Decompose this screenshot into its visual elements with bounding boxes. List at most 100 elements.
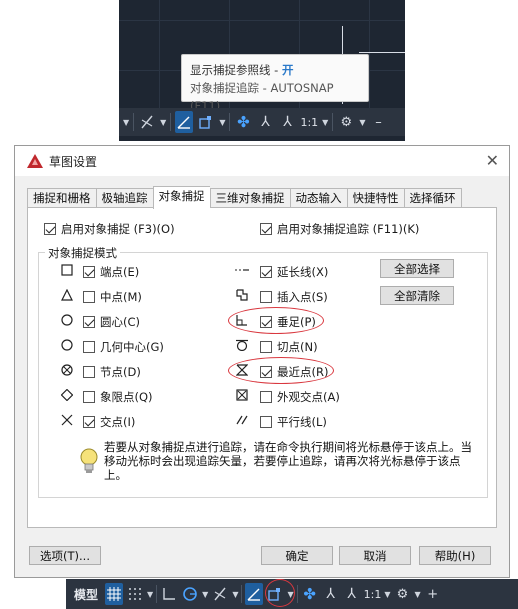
plus-icon[interactable]: + xyxy=(424,583,442,605)
object-snap-icon[interactable] xyxy=(197,111,215,133)
midpoint-checkbox[interactable] xyxy=(83,291,95,303)
lightbulb-icon-svg xyxy=(80,448,98,473)
isodraft-icon-svg xyxy=(214,587,226,601)
snap-tracking-svg xyxy=(177,116,191,129)
annotation-autoscale-icon[interactable]: ⅄ xyxy=(278,111,296,133)
mode-tangent[interactable]: 切点(N) xyxy=(260,339,318,355)
tab-quick-properties[interactable]: 快捷特性 xyxy=(346,188,404,208)
mode-node[interactable]: 节点(D) xyxy=(83,364,141,380)
mode-center[interactable]: 圆心(C) xyxy=(83,314,140,330)
chevron-down-icon[interactable]: ▼ xyxy=(219,118,225,127)
gear-icon[interactable]: ⚙ xyxy=(394,583,412,605)
quadrant-checkbox[interactable] xyxy=(83,391,95,403)
chevron-down-icon[interactable]: ▼ xyxy=(232,590,238,599)
mode-insertion[interactable]: 插入点(S) xyxy=(260,289,328,305)
apparent-intersection-checkbox[interactable] xyxy=(260,391,272,403)
dialog-titlebar[interactable]: 草图设置 ✕ xyxy=(15,146,509,176)
mode-intersection[interactable]: 交点(I) xyxy=(83,414,135,430)
diamond-icon-svg xyxy=(61,389,73,401)
annotation-scale-icon[interactable]: ⅄ xyxy=(256,111,274,133)
grid-icon-svg xyxy=(107,587,122,601)
polar-tracking-icon[interactable] xyxy=(181,583,199,605)
snap-mode-icon[interactable] xyxy=(126,583,144,605)
object-snap-tracking-icon[interactable] xyxy=(175,111,194,133)
enable-osnap-row[interactable]: 启用对象捕捉 (F3)(O) xyxy=(44,221,175,237)
mode-extension[interactable]: 延长线(X) xyxy=(260,264,328,280)
chevron-down-icon[interactable]: ▼ xyxy=(202,590,208,599)
apparent-intersection-icon xyxy=(235,388,249,402)
annotation-autoscale-icon[interactable]: ⅄ xyxy=(343,583,361,605)
clear-all-button[interactable]: 全部清除 xyxy=(380,286,454,305)
isodraft-icon[interactable] xyxy=(138,111,156,133)
scale-label[interactable]: 1:1 xyxy=(364,588,382,601)
scale-label[interactable]: 1:1 xyxy=(300,116,318,129)
chevron-down-icon[interactable]: ▼ xyxy=(322,118,328,127)
autocad-logo-svg xyxy=(27,154,43,168)
x-icon xyxy=(60,413,74,427)
cancel-button[interactable]: 取消 xyxy=(339,546,411,565)
mode-endpoint[interactable]: 端点(E) xyxy=(83,264,139,280)
enable-osnap-checkbox[interactable] xyxy=(44,223,56,235)
annotation-ellipse xyxy=(265,579,295,607)
group-title: 对象捕捉模式 xyxy=(45,245,120,261)
tab-snap-grid[interactable]: 捕捉和栅格 xyxy=(27,188,96,208)
annotation-visibility-icon[interactable]: ✤ xyxy=(234,111,252,133)
chevron-down-icon[interactable]: ▼ xyxy=(384,590,390,599)
chevron-down-icon[interactable]: ▼ xyxy=(123,118,129,127)
chevron-down-icon[interactable]: ▼ xyxy=(160,118,166,127)
enable-otrack-checkbox[interactable] xyxy=(260,223,272,235)
ortho-icon[interactable] xyxy=(160,583,178,605)
node-label: 节点(D) xyxy=(100,365,141,379)
insertion-icon-svg xyxy=(236,289,248,301)
select-all-button[interactable]: 全部选择 xyxy=(380,259,454,278)
node-checkbox[interactable] xyxy=(83,366,95,378)
help-button[interactable]: 帮助(H) xyxy=(419,546,491,565)
tooltip-state: 开 xyxy=(281,63,294,77)
dialog-title: 草图设置 xyxy=(49,154,98,169)
grid-line xyxy=(369,0,370,111)
parallel-checkbox[interactable] xyxy=(260,416,272,428)
mode-quadrant[interactable]: 象限点(Q) xyxy=(83,389,153,405)
mode-geometric-center[interactable]: 几何中心(G) xyxy=(83,339,164,355)
square-icon xyxy=(60,263,74,277)
isodraft-icon-svg xyxy=(141,115,153,129)
insertion-checkbox[interactable] xyxy=(260,291,272,303)
options-button[interactable]: 选项(T)... xyxy=(29,546,101,565)
gear-icon[interactable]: ⚙ xyxy=(337,111,355,133)
chevron-down-icon[interactable]: ▼ xyxy=(359,118,365,127)
tab-selection-cycling[interactable]: 选择循环 xyxy=(403,188,462,208)
geometric-center-checkbox[interactable] xyxy=(83,341,95,353)
enable-otrack-row[interactable]: 启用对象捕捉追踪 (F11)(K) xyxy=(260,221,419,237)
plus-icon[interactable]: – xyxy=(369,111,387,133)
tip-text: 若要从对象捕捉点进行追踪，请在命令执行期间将光标悬停于该点上。当移动光标时会出现… xyxy=(104,440,472,482)
mode-apparent-intersection[interactable]: 外观交点(A) xyxy=(260,389,340,405)
annotation-visibility-icon[interactable]: ✤ xyxy=(301,583,319,605)
chevron-down-icon[interactable]: ▼ xyxy=(147,590,153,599)
mode-midpoint[interactable]: 中点(M) xyxy=(83,289,142,305)
endpoint-checkbox[interactable] xyxy=(83,266,95,278)
drafting-settings-dialog: 草图设置 ✕ 捕捉和栅格 极轴追踪 对象捕捉 三维对象捕捉 动态输入 快捷特性 … xyxy=(14,145,510,578)
isodraft-icon[interactable] xyxy=(211,583,229,605)
object-snap-panel: 启用对象捕捉 (F3)(O) 启用对象捕捉追踪 (F11)(K) 对象捕捉模式 xyxy=(27,207,497,528)
circle-icon-svg xyxy=(61,339,73,351)
status-toolbar-top: ▼ ▼ ▼ ✤ ⅄ ⅄ 1:1 ▼ ⚙ ▼ – xyxy=(119,108,405,136)
extension-checkbox[interactable] xyxy=(260,266,272,278)
ok-button[interactable]: 确定 xyxy=(261,546,333,565)
tab-strip: 捕捉和栅格 极轴追踪 对象捕捉 三维对象捕捉 动态输入 快捷特性 选择循环 xyxy=(27,186,462,209)
tab-dynamic-input[interactable]: 动态输入 xyxy=(289,188,347,208)
grid-icon[interactable] xyxy=(105,583,124,605)
tooltip-label: 显示捕捉参照线 - xyxy=(190,63,282,77)
annotation-scale-icon[interactable]: ⅄ xyxy=(322,583,340,605)
model-space-button[interactable]: 模型 xyxy=(70,586,102,603)
tangent-label: 切点(N) xyxy=(277,340,318,354)
mode-parallel[interactable]: 平行线(L) xyxy=(260,414,327,430)
object-snap-tracking-icon[interactable] xyxy=(245,583,264,605)
center-checkbox[interactable] xyxy=(83,316,95,328)
intersection-checkbox[interactable] xyxy=(83,416,95,428)
tab-object-snap[interactable]: 对象捕捉 xyxy=(152,186,210,209)
close-icon[interactable]: ✕ xyxy=(486,151,499,170)
chevron-down-icon[interactable]: ▼ xyxy=(415,590,421,599)
tangent-checkbox[interactable] xyxy=(260,341,272,353)
tab-3d-object-snap[interactable]: 三维对象捕捉 xyxy=(209,188,290,208)
tab-polar-tracking[interactable]: 极轴追踪 xyxy=(95,188,153,208)
